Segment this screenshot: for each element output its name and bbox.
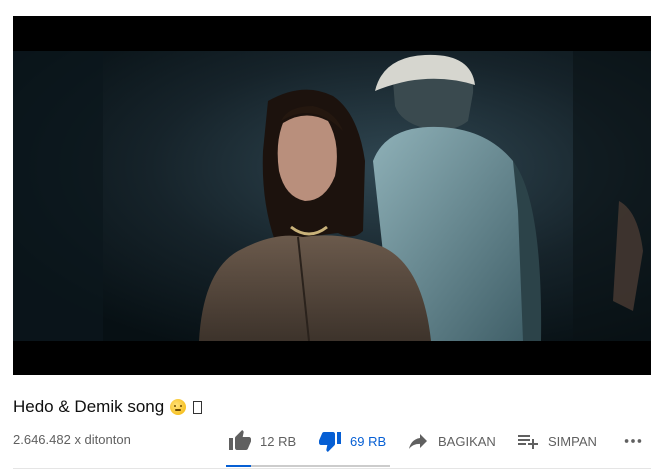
smiling-face-emoji-icon bbox=[170, 399, 187, 415]
video-title: Hedo & Demik song bbox=[13, 397, 203, 417]
sentiment-bar-fill bbox=[226, 465, 251, 467]
video-title-text: Hedo & Demik song bbox=[13, 397, 165, 416]
divider bbox=[13, 468, 651, 469]
thumbs-up-icon bbox=[229, 430, 251, 450]
more-horizontal-icon bbox=[624, 439, 642, 443]
save-button[interactable]: SIMPAN bbox=[516, 429, 622, 453]
letterbox-bottom bbox=[13, 341, 651, 375]
thumbs-down-icon bbox=[319, 432, 341, 452]
dislike-button[interactable]: 69 RB bbox=[318, 429, 406, 453]
letterbox-top bbox=[13, 16, 651, 51]
save-label: SIMPAN bbox=[548, 433, 597, 449]
video-player[interactable] bbox=[13, 16, 651, 375]
dislike-count: 69 RB bbox=[350, 433, 387, 449]
like-button[interactable]: 12 RB bbox=[228, 429, 318, 453]
view-count: 2.646.482 x ditonton bbox=[13, 432, 131, 447]
share-arrow-icon bbox=[409, 434, 427, 449]
more-actions-button[interactable] bbox=[622, 429, 644, 453]
action-bar: 12 RB 69 RB BAGIKAN SIMPAN bbox=[228, 428, 644, 454]
video-frame[interactable] bbox=[13, 51, 651, 341]
share-button[interactable]: BAGIKAN bbox=[406, 429, 516, 453]
like-count: 12 RB bbox=[260, 433, 297, 449]
playlist-add-icon bbox=[518, 435, 538, 449]
sentiment-bar bbox=[226, 465, 390, 467]
video-frame-illustration bbox=[13, 51, 651, 341]
share-label: BAGIKAN bbox=[438, 433, 496, 449]
missing-glyph-icon bbox=[193, 400, 203, 414]
